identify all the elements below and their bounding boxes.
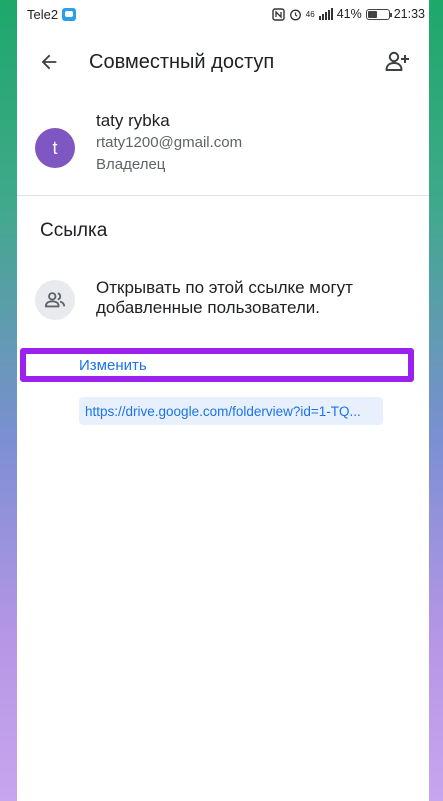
back-button[interactable] (21, 34, 77, 90)
link-access-row: Открывать по этой ссылке могут добавленн… (17, 254, 429, 331)
battery-icon (365, 8, 392, 20)
status-right: 46 41% 21:33 (272, 7, 425, 21)
app-bar: Совместный доступ (17, 28, 429, 96)
network-type: 46 (305, 9, 315, 19)
clock: 21:33 (393, 7, 425, 21)
nfc-icon (272, 7, 285, 21)
avatar: t (35, 128, 75, 168)
share-url-chip[interactable]: https://drive.google.com/folderview?id=1… (79, 397, 383, 425)
alarm-icon (289, 9, 301, 20)
owner-name: taty rybka (96, 111, 170, 130)
battery-percent: 41% (336, 7, 362, 21)
link-text: Открывать по этой ссылке могут добавленн… (96, 278, 356, 331)
status-left: Tele2 (27, 6, 77, 22)
carrier-icon (62, 7, 77, 21)
link-description: Открывать по этой ссылке могут добавленн… (96, 278, 353, 317)
page-title: Совместный доступ (89, 50, 275, 73)
battery-fill (367, 10, 377, 18)
status-bar: Tele2 46 41% 21:33 (17, 0, 429, 28)
owner-role: Владелец (96, 156, 166, 173)
add-person-button[interactable] (369, 34, 425, 90)
owner-email: rtaty1200@gmail.com (96, 134, 243, 151)
owner-row: t taty rybka rtaty1200@gmail.com Владеле… (17, 96, 429, 196)
link-section-title: Ссылка (40, 220, 108, 241)
owner-info: taty rybka rtaty1200@gmail.com Владелец (96, 110, 242, 176)
people-icon-container (35, 280, 75, 320)
person-add-icon (385, 51, 409, 71)
arrow-back-icon (41, 54, 57, 70)
people-icon (44, 292, 66, 308)
signal-icon (318, 8, 333, 20)
carrier-label: Tele2 (27, 6, 59, 22)
change-link[interactable]: Изменить (79, 357, 147, 374)
